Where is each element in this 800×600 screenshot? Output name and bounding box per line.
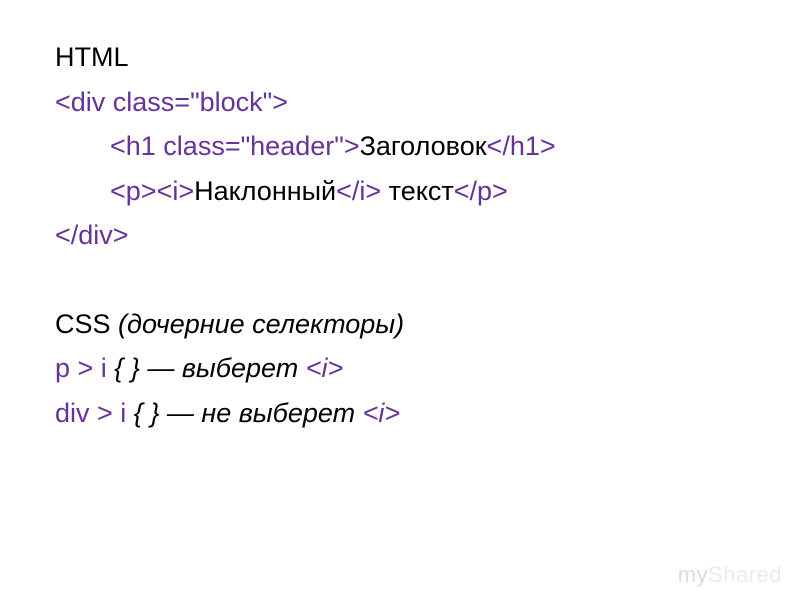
css-rule-1: p > i { } — выберет <i>: [55, 346, 800, 391]
selector-p-i: p > i: [55, 353, 114, 383]
text-naklonnyi: Наклонный: [194, 176, 336, 206]
text-zagolovok: Заголовок: [360, 131, 487, 161]
code-line-h1: <h1 class="header">Заголовок</h1>: [55, 124, 800, 169]
watermark-shared: Shared: [708, 562, 782, 587]
text-tekst: текст: [381, 176, 454, 206]
watermark: myShared: [678, 562, 782, 588]
css-rule-2: div > i { } — не выберет <i>: [55, 391, 800, 436]
tag-i-close: </i>: [336, 176, 381, 206]
selector-div-i: div > i: [55, 398, 134, 428]
heading-html: HTML: [55, 35, 800, 80]
code-line-p: <p><i>Наклонный</i> текст</p>: [55, 169, 800, 214]
tag-i-ref-1: <i>: [306, 353, 344, 383]
text-css: CSS: [55, 309, 118, 339]
text-vyberet: { } — выберет: [114, 353, 305, 383]
tag-i-ref-2: <i>: [363, 398, 401, 428]
spacer: [55, 258, 800, 302]
code-line-div-open: <div class="block">: [55, 80, 800, 125]
tag-p-close: </p>: [454, 176, 508, 206]
heading-css: CSS (дочерние селекторы): [55, 302, 800, 347]
watermark-my: my: [678, 562, 708, 587]
tag-p-open: <p>: [110, 176, 157, 206]
text-ne-vyberet: { } — не выберет: [134, 398, 363, 428]
tag-div-open: <div class="block">: [55, 87, 288, 117]
tag-i-open: <i>: [157, 176, 195, 206]
tag-h1-close: </h1>: [487, 131, 556, 161]
tag-div-close: </div>: [55, 220, 129, 250]
tag-h1-open: <h1 class="header">: [110, 131, 360, 161]
text-css-desc: (дочерние селекторы): [118, 309, 404, 339]
code-line-div-close: </div>: [55, 213, 800, 258]
text-html: HTML: [55, 42, 129, 72]
